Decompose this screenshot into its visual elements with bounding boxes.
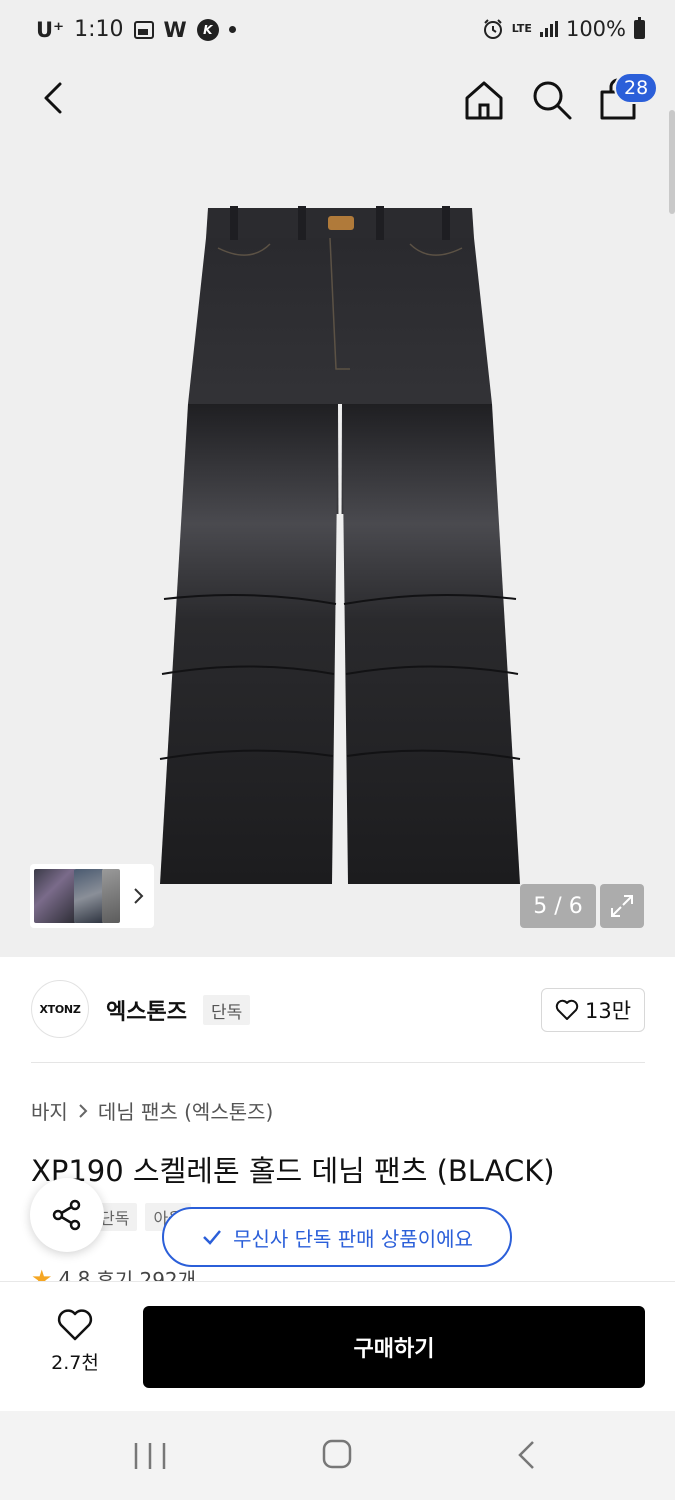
breadcrumb-item[interactable]: 데님 팬츠 (엑스톤즈) — [98, 1096, 274, 1125]
brand-name[interactable]: 엑스톤즈 — [106, 994, 187, 1026]
network-type: LTE — [511, 22, 532, 35]
k-app-icon: K — [196, 18, 219, 41]
bottom-action-bar: 2.7천 구매하기 — [0, 1281, 675, 1411]
breadcrumb-item[interactable]: 바지 — [31, 1096, 68, 1125]
heart-icon — [57, 1309, 93, 1341]
thumbnail[interactable] — [34, 869, 76, 923]
divider — [31, 1062, 645, 1063]
check-icon — [203, 1230, 222, 1245]
battery-percent: 100% — [565, 17, 626, 41]
brand-row: XTONZ 엑스톤즈 단독 13만 — [0, 957, 675, 1063]
recent-apps-icon[interactable] — [130, 1441, 170, 1471]
scrollbar[interactable] — [669, 110, 675, 214]
carrier-label: U⁺ — [36, 17, 65, 42]
heart-icon — [555, 999, 579, 1020]
brand-like-button[interactable]: 13만 — [541, 988, 645, 1032]
product-image[interactable] — [140, 204, 540, 904]
status-time: 1:10 — [74, 17, 124, 42]
share-icon — [52, 1199, 81, 1231]
battery-icon — [634, 16, 645, 39]
share-button[interactable] — [30, 1178, 104, 1252]
status-right: LTE 100% — [482, 16, 645, 41]
buy-button[interactable]: 구매하기 — [143, 1306, 645, 1388]
wishlist-count: 2.7천 — [51, 1352, 99, 1374]
image-counter: 5 / 6 — [520, 884, 596, 928]
chevron-right-icon — [79, 1103, 88, 1118]
system-nav-bar — [0, 1411, 675, 1500]
chevron-right-icon[interactable] — [126, 884, 150, 908]
brand-exclusive-tag: 단독 — [203, 995, 251, 1025]
product-gallery[interactable]: 28 5 / 6 — [0, 64, 675, 957]
wishlist-button[interactable]: 2.7천 — [40, 1308, 110, 1375]
expand-icon — [611, 895, 633, 917]
back-arrow-icon[interactable] — [36, 78, 76, 118]
expand-button[interactable] — [600, 884, 644, 928]
product-title: XP190 스켈레톤 홀드 데님 팬츠 (BLACK) — [31, 1154, 555, 1188]
brand-logo[interactable]: XTONZ — [31, 980, 89, 1038]
home-icon[interactable] — [462, 78, 506, 122]
w-app-icon: W — [163, 17, 187, 42]
brand-like-count: 13만 — [584, 999, 632, 1023]
alarm-icon — [483, 19, 502, 39]
more-notifications-icon — [228, 26, 236, 33]
breadcrumb: 바지 데님 팬츠 (엑스톤즈) — [31, 1096, 273, 1125]
search-icon[interactable] — [530, 78, 574, 122]
home-button-icon[interactable] — [322, 1439, 352, 1469]
thumbnail-strip[interactable] — [30, 864, 154, 928]
toast-message: 무신사 단독 판매 상품이에요 — [233, 1226, 473, 1251]
status-left: U⁺ 1:10 W K — [36, 17, 236, 42]
gallery-notification-icon — [133, 20, 154, 39]
exclusive-toast: 무신사 단독 판매 상품이에요 — [162, 1207, 512, 1267]
cart-count-badge: 28 — [614, 72, 659, 104]
signal-icon — [539, 21, 558, 37]
status-bar: U⁺ 1:10 W K LTE 100% — [0, 0, 675, 64]
system-back-icon[interactable] — [515, 1439, 539, 1471]
thumbnail[interactable] — [74, 869, 104, 923]
thumbnail[interactable] — [102, 869, 120, 923]
